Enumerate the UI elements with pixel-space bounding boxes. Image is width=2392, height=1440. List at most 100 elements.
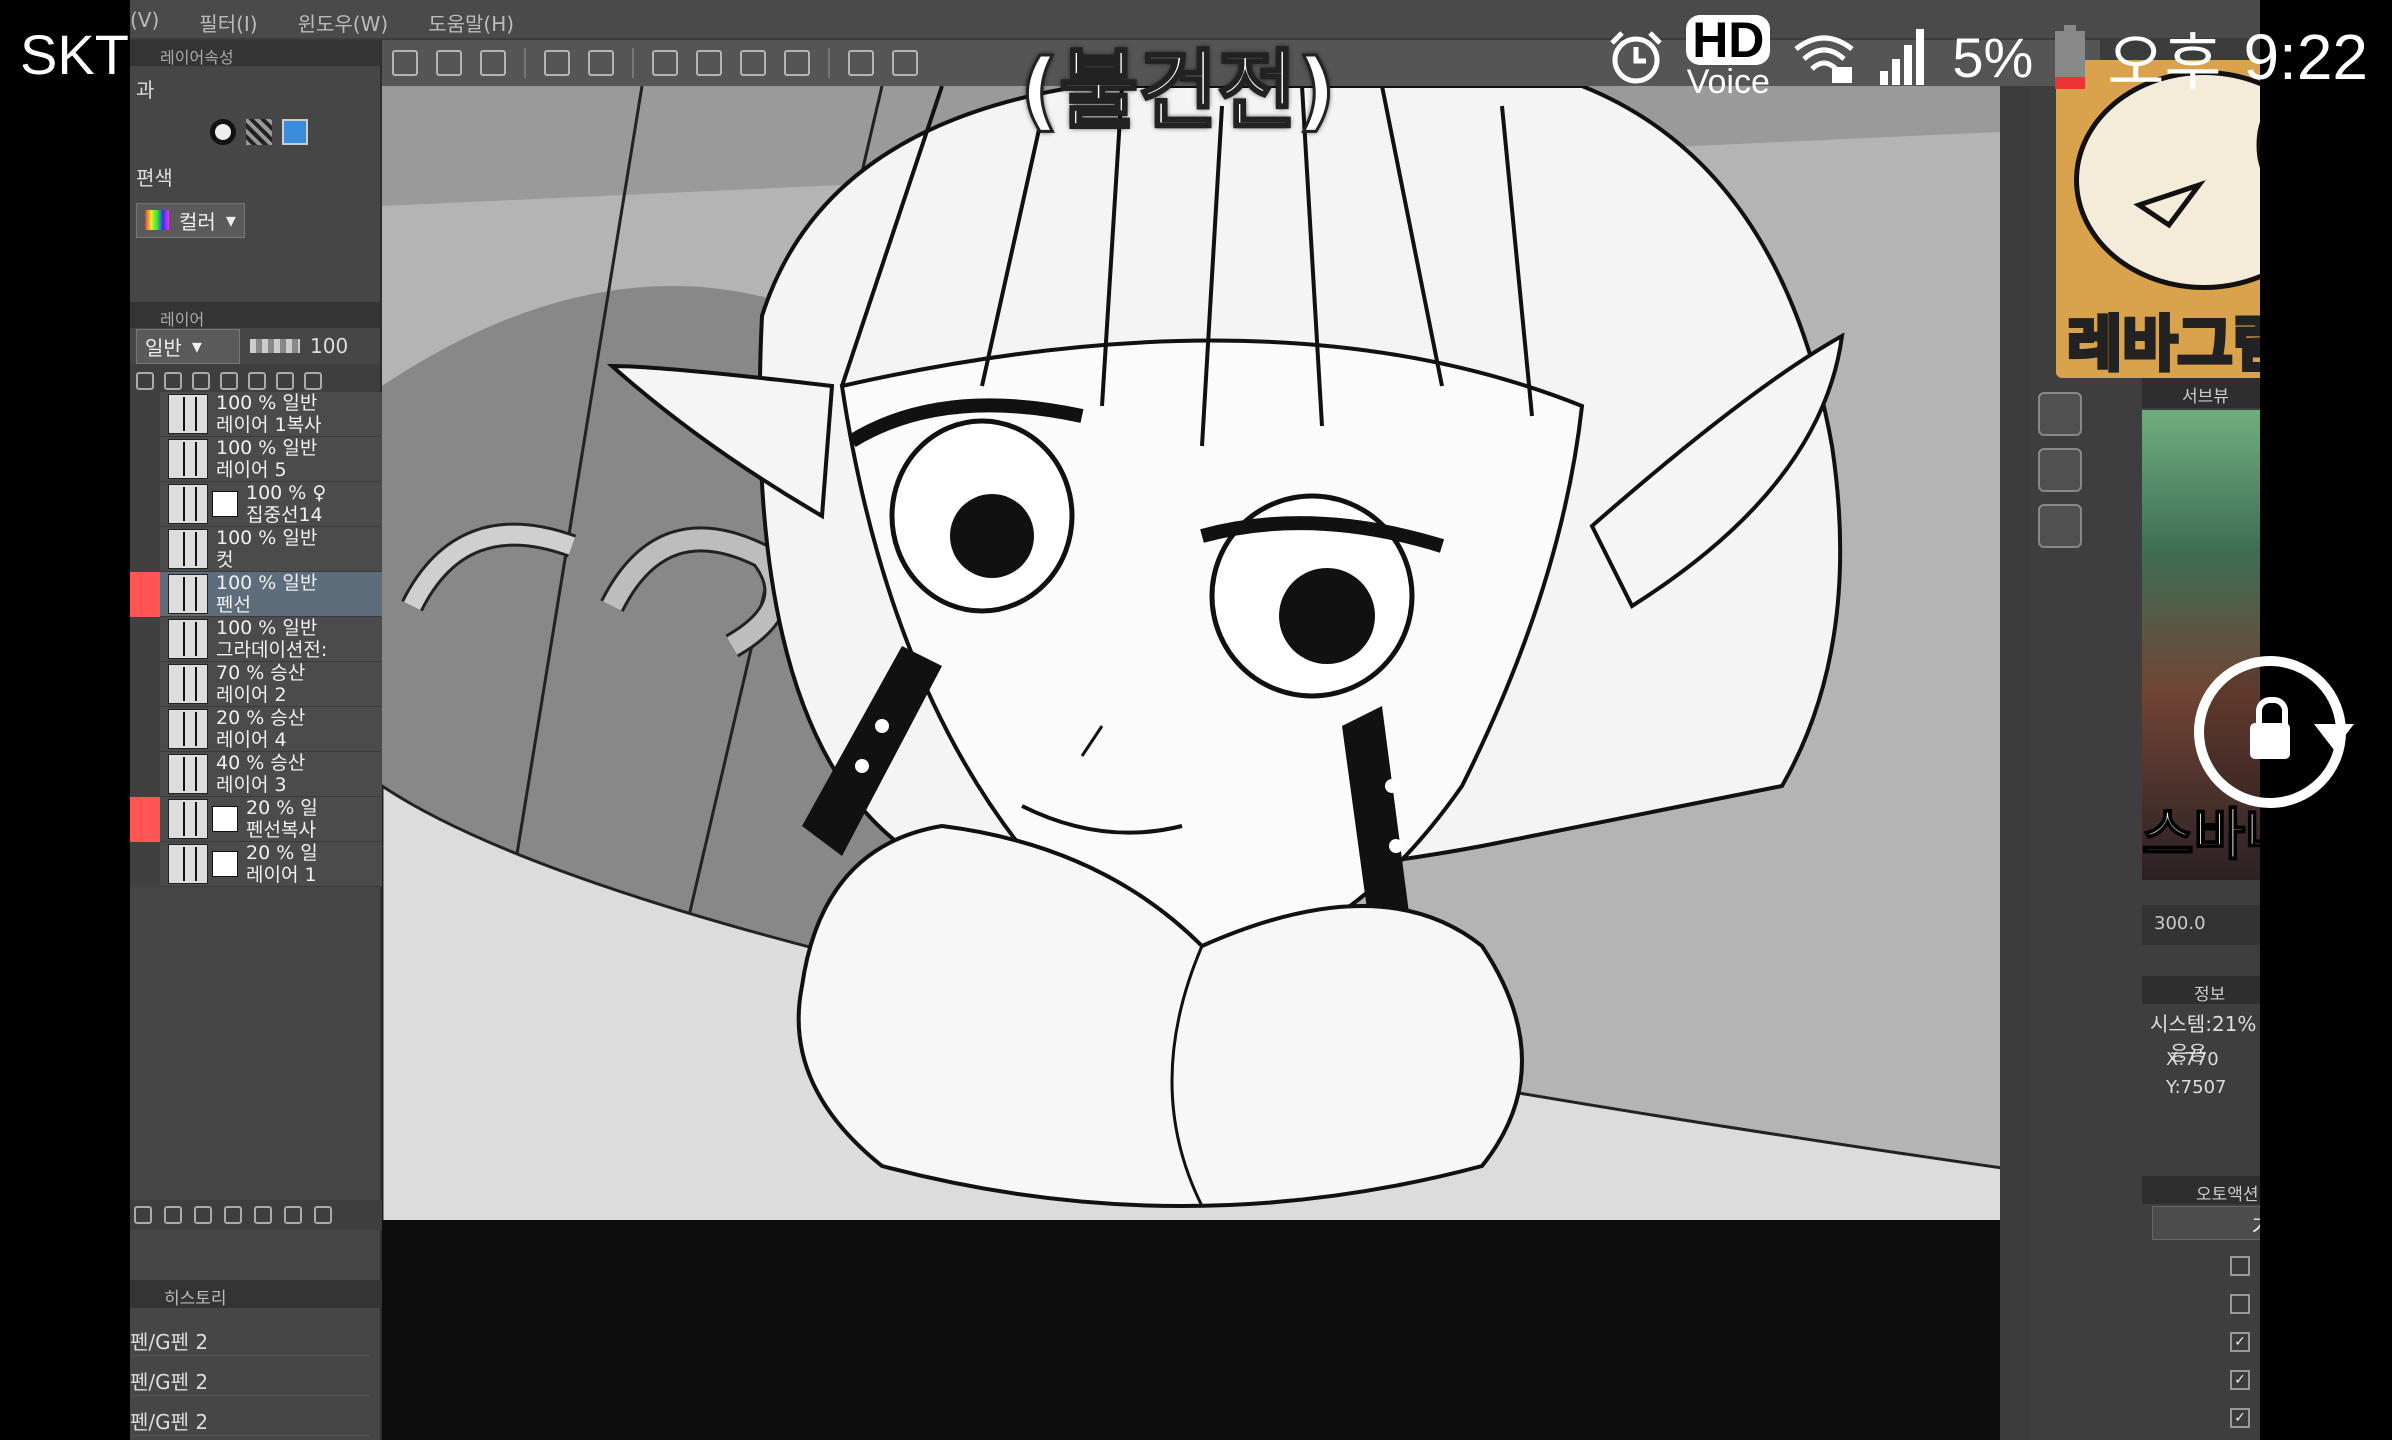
blend-mode-dropdown[interactable]: 일반 ▾ <box>136 328 240 364</box>
layer-color-mark[interactable] <box>130 796 160 842</box>
ruler-layer-icon[interactable] <box>304 372 322 390</box>
layer-thumbnail <box>168 529 208 569</box>
layer-row[interactable]: 100 % 일반 레이어 1복사 <box>130 391 382 437</box>
auto-action-checkbox[interactable] <box>2230 1294 2250 1314</box>
layer-row[interactable]: 100 % 일반 그라데이션전: <box>130 616 382 662</box>
lock-icon[interactable] <box>220 372 238 390</box>
layer-visibility-toggle[interactable] <box>130 751 160 797</box>
swatch-row <box>130 110 380 154</box>
layer-visibility-toggle[interactable] <box>130 481 160 527</box>
layer-thumbnail <box>168 664 208 704</box>
auto-action-item[interactable]: ▶망점 <box>2142 1286 2260 1322</box>
layer-thumbnail <box>168 574 208 614</box>
layer-visibility-toggle[interactable] <box>130 616 160 662</box>
ampm-label: 오후 <box>2107 29 2222 98</box>
layer-blend-info: 70 % 승산 <box>216 662 306 684</box>
layer-row[interactable]: 100 % 일반 레이어 5 <box>130 436 382 482</box>
material-tab-icon[interactable] <box>2038 448 2082 492</box>
layer-blend-info: 100 % ♀ <box>246 482 327 504</box>
layer-visibility-toggle[interactable] <box>130 436 160 482</box>
layer-text: 40 % 승산 레이어 3 <box>216 752 305 796</box>
layer-visibility-toggle[interactable] <box>130 706 160 752</box>
battery-percent: 5% <box>1952 25 2034 89</box>
layer-text: 100 % ♀ 집중선14 <box>246 482 326 526</box>
layer-row[interactable]: 20 % 승산 레이어 4 <box>130 706 382 752</box>
layer-list: 100 % 일반 레이어 1복사 100 % 일반 레이어 5 100 % ♀ 집중선14… <box>130 391 382 1152</box>
layer-row[interactable]: 100 % 일반 컷 <box>130 526 382 572</box>
subview-image[interactable]: 스바나도발 <box>2142 410 2260 880</box>
mask-icon[interactable] <box>276 372 294 390</box>
layers-tab[interactable]: 레이어 <box>130 302 380 329</box>
color-swatch-icon[interactable] <box>282 119 308 145</box>
layer-visibility-toggle[interactable] <box>130 391 160 437</box>
auto-action-item[interactable]: ▶밑그림 <box>2142 1248 2260 1284</box>
screen-rotation-lock-icon[interactable] <box>2194 656 2354 808</box>
layer-visibility-toggle[interactable] <box>130 526 160 572</box>
new-vector-layer-icon[interactable] <box>164 1206 182 1224</box>
lock-alpha-icon[interactable] <box>248 372 266 390</box>
blend-mode-value: 일반 <box>145 335 182 360</box>
layer-mask-thumbnail <box>212 851 238 877</box>
auto-action-checkbox[interactable]: ✓ <box>2230 1370 2250 1390</box>
chevron-down-icon: ▾ <box>225 208 236 232</box>
drawing-canvas[interactable] <box>382 86 2130 1306</box>
layer-text: 100 % 일반 레이어 1복사 <box>216 392 322 436</box>
signal-icon <box>1880 29 1925 85</box>
auto-action-checkbox[interactable]: ✓ <box>2230 1332 2250 1352</box>
layer-name: 레이어 5 <box>216 459 287 481</box>
layer-actions <box>130 1200 382 1230</box>
layer-row[interactable]: 20 % 일 펜선복사 <box>130 796 382 842</box>
clip-icon[interactable] <box>136 372 154 390</box>
layer-text: 20 % 일 펜선복사 <box>246 797 318 841</box>
chevron-down-icon: ▾ <box>191 334 202 358</box>
layer-name: 레이어 1복사 <box>216 414 322 436</box>
layer-row[interactable]: 20 % 일 레이어 1 <box>130 841 382 887</box>
tone-swatch-icon[interactable] <box>246 119 272 145</box>
auto-action-item[interactable]: ✓▶클리핑 <box>2142 1324 2260 1360</box>
reference-icon[interactable] <box>164 372 182 390</box>
layer-visibility-toggle[interactable] <box>130 661 160 707</box>
color-mode-value: 컬러 <box>179 209 216 234</box>
opacity-value[interactable]: 100 <box>310 334 348 358</box>
battery-icon <box>2055 25 2086 89</box>
layer-visibility-toggle[interactable] <box>130 841 160 887</box>
layer-text: 100 % 일반 펜선 <box>216 572 317 616</box>
new-raster-layer-icon[interactable] <box>134 1206 152 1224</box>
pose-tab-icon[interactable] <box>2038 504 2082 548</box>
subview-zoom[interactable]: 300.0 <box>2142 905 2260 945</box>
layer-thumbnail <box>168 799 208 839</box>
history-tab[interactable]: 히스토리 <box>130 1280 382 1309</box>
new-folder-icon[interactable] <box>194 1206 212 1224</box>
layer-row[interactable]: 100 % 일반 펜선 <box>130 571 382 617</box>
layer-name: 컷 <box>216 549 234 571</box>
auto-action-set[interactable]: 기본 <box>2152 1206 2260 1240</box>
history-item[interactable]: 펜/G펜 2 <box>130 1400 370 1436</box>
layer-row[interactable]: 100 % ♀ 집중선14 <box>130 481 382 527</box>
draft-icon[interactable] <box>192 372 210 390</box>
phone-screen: SKT HD Voice 5% 오후 9:22 (V) 필터(I) 윈도우(W)… <box>0 0 2392 1440</box>
trash-icon[interactable] <box>314 1206 332 1224</box>
carrier-label: SKT <box>20 23 129 86</box>
layer-row[interactable]: 70 % 승산 레이어 2 <box>130 661 382 707</box>
auto-action-item[interactable]: ✓▶선택 <box>2142 1362 2260 1398</box>
history-item[interactable]: 펜/G펜 2 <box>130 1360 370 1396</box>
voice-label: Voice <box>1686 63 1770 101</box>
circle-swatch-icon[interactable] <box>210 119 236 145</box>
navigator-tab-icon[interactable] <box>2038 392 2082 436</box>
color-mode-dropdown[interactable]: 컬러 ▾ <box>136 202 245 238</box>
merge-visible-icon[interactable] <box>254 1206 272 1224</box>
auto-action-item[interactable]: ✓▶선택영 <box>2142 1400 2260 1436</box>
history-item[interactable]: 펜/G펜 2 <box>130 1320 370 1356</box>
auto-action-checkbox[interactable] <box>2230 1256 2250 1276</box>
mask-add-icon[interactable] <box>284 1206 302 1224</box>
layer-row[interactable]: 40 % 승산 레이어 3 <box>130 751 382 797</box>
merge-down-icon[interactable] <box>224 1206 242 1224</box>
layer-color-mark[interactable] <box>130 571 160 617</box>
auto-action-checkbox[interactable]: ✓ <box>2230 1408 2250 1428</box>
opacity-slider[interactable] <box>250 339 300 353</box>
status-bar: SKT HD Voice 5% 오후 9:22 <box>0 0 2392 112</box>
layer-name: 집중선14 <box>246 504 323 526</box>
subview-tab[interactable]: 서브뷰 <box>2142 378 2260 408</box>
auto-action-tab[interactable]: 오토액션 <box>2142 1176 2260 1205</box>
info-tab[interactable]: 정보 <box>2142 976 2260 1005</box>
